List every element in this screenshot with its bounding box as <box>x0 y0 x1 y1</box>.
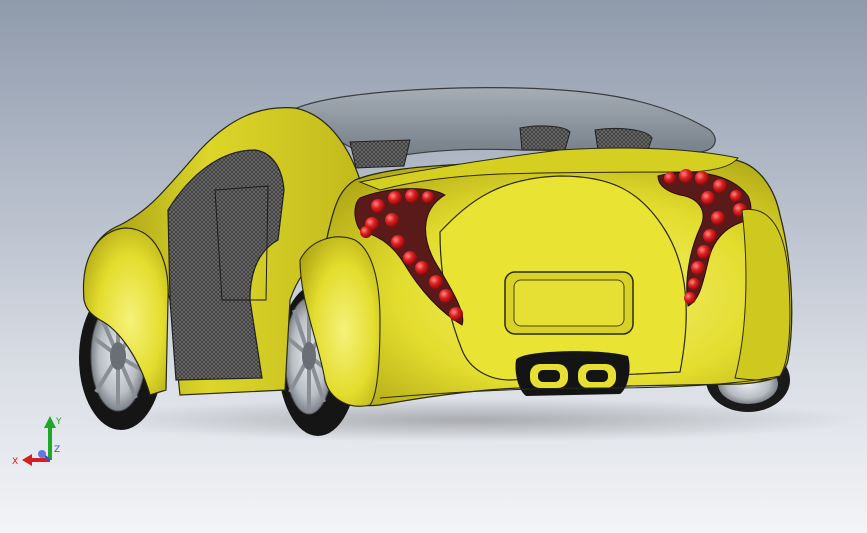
graphics-viewport[interactable]: Y X Z <box>0 0 867 533</box>
z-axis-label: Z <box>54 445 60 455</box>
coordinate-triad[interactable]: Y X Z <box>10 408 80 478</box>
seat-left <box>349 139 411 169</box>
z-axis-tip <box>38 450 46 458</box>
car-model[interactable] <box>0 0 867 533</box>
x-axis-arrow <box>22 454 32 466</box>
x-axis-label: X <box>12 457 18 467</box>
seat-center <box>519 125 571 151</box>
seat-right <box>594 127 653 151</box>
y-axis-label: Y <box>55 417 62 427</box>
y-axis-arrow <box>44 416 56 428</box>
